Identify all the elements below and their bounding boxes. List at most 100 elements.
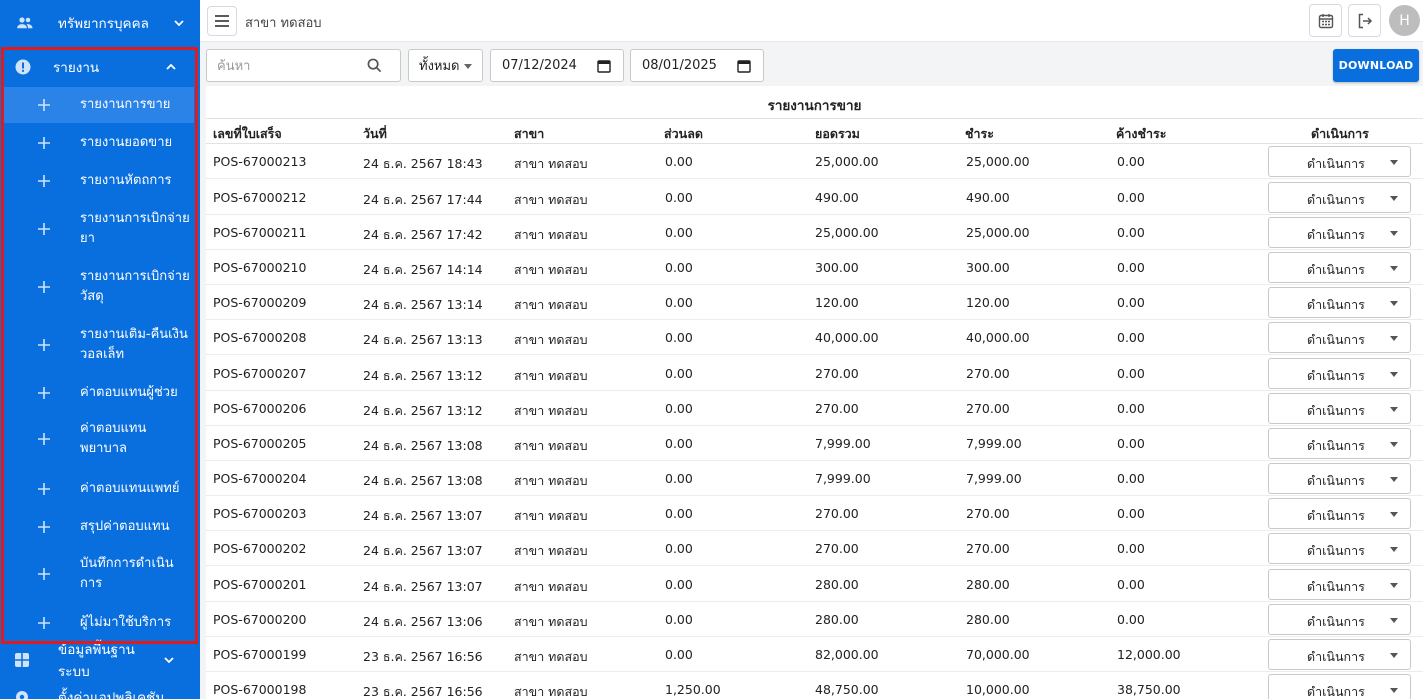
gear-icon xyxy=(16,691,28,699)
cell-outstanding: 0.00 xyxy=(1117,225,1145,240)
sidebar-item-hr[interactable]: ทรัพยากรบุคคล xyxy=(0,0,200,45)
action-dropdown[interactable]: ดำเนินการ xyxy=(1268,674,1411,699)
cell-receipt: POS-67000206 xyxy=(213,401,307,416)
cell-date: 24 ธ.ค. 2567 13:08 xyxy=(363,438,483,453)
caret-down-icon xyxy=(1390,618,1398,623)
cell-total: 82,000.00 xyxy=(815,647,879,662)
status-select[interactable]: ทั้งหมด xyxy=(408,49,483,82)
action-dropdown[interactable]: ดำเนินการ xyxy=(1268,533,1411,564)
sidebar: ทรัพยากรบุคคล รายงาน รายงานการขาย รายงานย… xyxy=(0,0,200,699)
cell-outstanding: 0.00 xyxy=(1117,612,1145,627)
download-button[interactable]: DOWNLOAD xyxy=(1333,49,1419,82)
cell-total: 270.00 xyxy=(815,401,859,416)
action-dropdown[interactable]: ดำเนินการ xyxy=(1268,358,1411,389)
cell-branch: สาขา ทดสอบ xyxy=(514,473,588,488)
cell-discount: 1,250.00 xyxy=(665,682,721,697)
column-header-actions: ดำเนินการ xyxy=(1311,126,1369,141)
date-from-input[interactable]: 07/12/2024 xyxy=(490,49,624,82)
cell-receipt: POS-67000203 xyxy=(213,506,307,521)
table-row: POS-67000213 24 ธ.ค. 2567 18:43 สาขา ทดสอบ… xyxy=(206,144,1423,179)
action-dropdown[interactable]: ดำเนินการ xyxy=(1268,322,1411,353)
action-dropdown[interactable]: ดำเนินการ xyxy=(1268,393,1411,424)
cell-receipt: POS-67000208 xyxy=(213,330,307,345)
action-dropdown[interactable]: ดำเนินการ xyxy=(1268,604,1411,635)
calendar-button[interactable] xyxy=(1309,4,1342,37)
chevron-down-icon xyxy=(164,657,174,664)
cell-branch: สาขา ทดสอบ xyxy=(514,227,588,242)
menu-toggle-button[interactable] xyxy=(207,6,237,36)
cell-discount: 0.00 xyxy=(665,541,693,556)
cell-discount: 0.00 xyxy=(665,577,693,592)
search-icon xyxy=(367,58,382,73)
table-row: POS-67000198 23 ธ.ค. 2567 16:56 สาขา ทดสอบ… xyxy=(206,672,1423,699)
action-dropdown[interactable]: ดำเนินการ xyxy=(1268,252,1411,283)
cell-branch: สาขา ทดสอบ xyxy=(514,649,588,664)
cell-date: 23 ธ.ค. 2567 16:56 xyxy=(363,684,483,699)
action-dropdown[interactable]: ดำเนินการ xyxy=(1268,569,1411,600)
cell-outstanding: 12,000.00 xyxy=(1117,647,1181,662)
caret-down-icon xyxy=(1390,547,1398,552)
search-placeholder: ค้นหา xyxy=(217,59,251,74)
cell-branch: สาขา ทดสอบ xyxy=(514,297,588,312)
caret-down-icon xyxy=(1390,583,1398,588)
action-dropdown-label: ดำเนินการ xyxy=(1307,156,1365,171)
date-to-input[interactable]: 08/01/2025 xyxy=(630,49,764,82)
cell-branch: สาขา ทดสอบ xyxy=(514,403,588,418)
caret-down-icon xyxy=(1390,301,1398,306)
table-row: POS-67000208 24 ธ.ค. 2567 13:13 สาขา ทดสอบ… xyxy=(206,320,1423,355)
cell-total: 270.00 xyxy=(815,541,859,556)
sidebar-item-master-data[interactable]: ข้อมูลพื้นฐานระบบ xyxy=(0,642,200,680)
column-header-total: ยอดรวม xyxy=(815,126,860,141)
avatar[interactable]: H xyxy=(1389,5,1420,36)
table-row: POS-67000204 24 ธ.ค. 2567 13:08 สาขา ทดสอบ… xyxy=(206,461,1423,496)
cell-paid: 270.00 xyxy=(966,401,1010,416)
cell-discount: 0.00 xyxy=(665,260,693,275)
cell-receipt: POS-67000199 xyxy=(213,647,307,662)
action-dropdown[interactable]: ดำเนินการ xyxy=(1268,428,1411,459)
caret-down-icon xyxy=(464,64,472,69)
cell-total: 120.00 xyxy=(815,295,859,310)
cell-outstanding: 0.00 xyxy=(1117,154,1145,169)
table-row: POS-67000212 24 ธ.ค. 2567 17:44 สาขา ทดสอบ… xyxy=(206,180,1423,215)
action-dropdown-label: ดำเนินการ xyxy=(1307,543,1365,558)
search-input[interactable]: ค้นหา xyxy=(206,49,401,82)
action-dropdown[interactable]: ดำเนินการ xyxy=(1268,287,1411,318)
action-dropdown-label: ดำเนินการ xyxy=(1307,262,1365,277)
cell-date: 24 ธ.ค. 2567 13:14 xyxy=(363,297,483,312)
action-dropdown[interactable]: ดำเนินการ xyxy=(1268,498,1411,529)
date-to-value: 08/01/2025 xyxy=(642,58,717,73)
branch-title: สาขา ทดสอบ xyxy=(245,16,322,31)
sidebar-item-app-settings[interactable]: ตั้งค่าแอปพลิเคชัน xyxy=(0,680,200,699)
action-dropdown[interactable]: ดำเนินการ xyxy=(1268,463,1411,494)
cell-outstanding: 0.00 xyxy=(1117,577,1145,592)
cell-outstanding: 0.00 xyxy=(1117,541,1145,556)
table-row: POS-67000206 24 ธ.ค. 2567 13:12 สาขา ทดสอบ… xyxy=(206,391,1423,426)
column-header-discount: ส่วนลด xyxy=(664,126,703,141)
cell-receipt: POS-67000201 xyxy=(213,577,307,592)
cell-date: 24 ธ.ค. 2567 13:07 xyxy=(363,508,483,523)
calendar-icon xyxy=(597,60,611,73)
column-header-outstanding: ค้างชำระ xyxy=(1116,126,1167,141)
sidebar-item-label: ตั้งค่าแอปพลิเคชัน xyxy=(58,690,165,699)
cell-branch: สาขา ทดสอบ xyxy=(514,614,588,629)
column-header-receipt: เลขที่ใบเสร็จ xyxy=(213,126,282,141)
action-dropdown[interactable]: ดำเนินการ xyxy=(1268,146,1411,177)
cell-branch: สาขา ทดสอบ xyxy=(514,684,588,699)
action-dropdown[interactable]: ดำเนินการ xyxy=(1268,217,1411,248)
logout-button[interactable] xyxy=(1348,4,1381,37)
table-row: POS-67000210 24 ธ.ค. 2567 14:14 สาขา ทดสอบ… xyxy=(206,250,1423,285)
action-dropdown[interactable]: ดำเนินการ xyxy=(1268,182,1411,213)
caret-down-icon xyxy=(1390,266,1398,271)
action-dropdown[interactable]: ดำเนินการ xyxy=(1268,639,1411,670)
cell-total: 490.00 xyxy=(815,190,859,205)
table-row: POS-67000202 24 ธ.ค. 2567 13:07 สาขา ทดสอบ… xyxy=(206,531,1423,566)
cell-branch: สาขา ทดสอบ xyxy=(514,192,588,207)
table-row: POS-67000211 24 ธ.ค. 2567 17:42 สาขา ทดสอบ… xyxy=(206,215,1423,250)
action-dropdown-label: ดำเนินการ xyxy=(1307,649,1365,664)
cell-total: 270.00 xyxy=(815,506,859,521)
cell-discount: 0.00 xyxy=(665,225,693,240)
cell-branch: สาขา ทดสอบ xyxy=(514,332,588,347)
table-header: เลขที่ใบเสร็จ วันที่ สาขา ส่วนลด ยอดรวม … xyxy=(206,118,1423,144)
cell-discount: 0.00 xyxy=(665,154,693,169)
cell-discount: 0.00 xyxy=(665,471,693,486)
